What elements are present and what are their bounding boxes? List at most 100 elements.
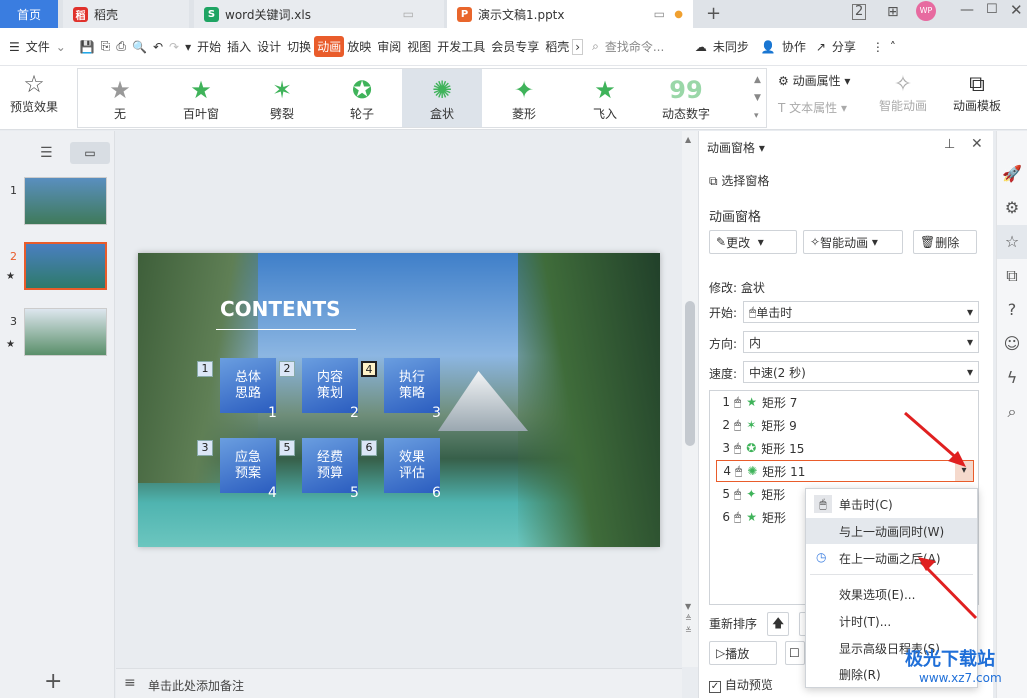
- outline-view-icon[interactable]: ☰: [40, 145, 53, 161]
- more-icon[interactable]: ▾: [182, 40, 194, 54]
- slide[interactable]: CONTENTS 1 总体 思路 1 2 内容 策划 2 4 执行 策略 3 3…: [138, 253, 660, 547]
- menu-developer[interactable]: 开发工具: [434, 38, 488, 55]
- scroll-up-icon[interactable]: ▲: [685, 135, 691, 144]
- menu-design[interactable]: 设计: [254, 38, 284, 55]
- menu-start[interactable]: 开始: [194, 38, 224, 55]
- collapse-ribbon-icon[interactable]: ˄: [887, 40, 899, 54]
- slide-view-icon[interactable]: ▭: [70, 142, 110, 164]
- help-icon[interactable]: ?: [997, 293, 1027, 327]
- monitor-icon[interactable]: ▭: [654, 7, 665, 21]
- minimize-icon[interactable]: —: [960, 2, 974, 18]
- animation-properties[interactable]: ⚙ 动画属性 ▾: [778, 72, 850, 89]
- menu-view[interactable]: 视图: [404, 38, 434, 55]
- move-up-button[interactable]: 🡅: [767, 612, 789, 636]
- scroll-down-icon[interactable]: ▼ ≜ ≚: [685, 601, 692, 637]
- animation-order-tag-selected: 4: [361, 361, 377, 377]
- menu-file[interactable]: 文件: [23, 38, 53, 55]
- kebab-icon[interactable]: ⋮: [869, 40, 887, 54]
- select-pane-icon: ⧉: [709, 174, 722, 188]
- effect-gallery: ★ 无 ★ 百叶窗 ✶ 劈裂 ✪ 轮子 ✺ 盒状 ✦ 菱形 ★ 飞入 99 动态数字 ▲ ▼ ▾: [77, 68, 767, 128]
- change-button[interactable]: ✎ 更改 ▾: [709, 230, 797, 254]
- vertical-scrollbar[interactable]: ▲ ▼ ≜ ≚: [682, 131, 698, 667]
- search-input[interactable]: 查找命令...: [602, 38, 682, 55]
- smart-animation-button[interactable]: ✧ 智能动画: [872, 72, 934, 114]
- animation-star-icon[interactable]: ☆: [997, 225, 1027, 259]
- delete-button[interactable]: 🗑 删除: [913, 230, 977, 254]
- preview-effect-button[interactable]: ☆ 预览效果: [4, 70, 64, 115]
- monitor-icon[interactable]: ▭: [403, 7, 414, 21]
- menu-docer[interactable]: 稻壳: [542, 38, 572, 55]
- menu-member[interactable]: 会员专享: [488, 38, 542, 55]
- grid-icon[interactable]: ⊞: [887, 4, 899, 20]
- share-button[interactable]: 分享: [829, 38, 859, 55]
- effect-blinds[interactable]: ★ 百叶窗: [161, 69, 241, 127]
- direction-select[interactable]: 内 ▾: [743, 331, 979, 353]
- collab-button[interactable]: 协作: [779, 38, 809, 55]
- add-slide-icon[interactable]: +: [44, 669, 62, 694]
- text-properties[interactable]: T 文本属性 ▾: [778, 99, 847, 116]
- new-tab-icon[interactable]: +: [706, 3, 721, 24]
- chevron-down-icon[interactable]: ⌄: [53, 40, 69, 54]
- scrollbar-thumb[interactable]: [685, 301, 695, 446]
- notes-bar[interactable]: ≡ 单击此处添加备注: [116, 668, 682, 698]
- effect-label: 飞入: [592, 107, 617, 121]
- pin-icon[interactable]: ⊥: [944, 137, 955, 152]
- effect-split[interactable]: ✶ 劈裂: [242, 69, 322, 127]
- save-icon[interactable]: 💾: [77, 40, 98, 54]
- speed-select[interactable]: 中速(2 秒) ▾: [743, 361, 979, 383]
- gallery-scroll[interactable]: ▲ ▼ ▾: [754, 71, 761, 125]
- adjust-icon[interactable]: ⚙: [997, 191, 1027, 225]
- search-icon[interactable]: ⌕: [589, 39, 602, 54]
- tab-docer[interactable]: 稻稻壳: [63, 0, 189, 28]
- notes-placeholder[interactable]: 单击此处添加备注: [148, 677, 244, 694]
- lightning-icon[interactable]: ϟ: [997, 361, 1027, 395]
- effect-dynamic-number[interactable]: 99 动态数字: [646, 69, 726, 127]
- effect-fly-in[interactable]: ★ 飞入: [565, 69, 645, 127]
- effect-diamond[interactable]: ✦ 菱形: [484, 69, 564, 127]
- export-icon[interactable]: ⎘: [98, 39, 114, 54]
- hamburger-icon[interactable]: ☰: [6, 40, 23, 54]
- effect-box[interactable]: ✺ 盒状: [402, 69, 482, 127]
- menu-slideshow[interactable]: 放映: [344, 38, 374, 55]
- transition-icon[interactable]: ⧉: [997, 259, 1027, 293]
- autopreview-checkbox[interactable]: ✓ 自动预览: [709, 676, 773, 693]
- select-pane-label: 选择窗格: [721, 174, 770, 188]
- animation-template-button[interactable]: ⧉ 动画模板: [944, 72, 1010, 114]
- tab-presentation[interactable]: P 演示文稿1.pptx ▭ ●: [447, 0, 693, 28]
- chevron-right-icon[interactable]: ›: [572, 38, 584, 55]
- maximize-icon[interactable]: ☐: [986, 2, 998, 17]
- preview-effect-label: 预览效果: [9, 100, 58, 114]
- slideshow-button[interactable]: ☐: [785, 641, 805, 665]
- animation-order-tag: 1: [197, 361, 213, 377]
- effect-wheel[interactable]: ✪ 轮子: [322, 69, 402, 127]
- menu-animation[interactable]: 动画: [314, 36, 345, 57]
- watermark-text: 极光下载站: [905, 649, 995, 670]
- item-number: 6: [722, 510, 730, 524]
- slide-thumbnail-3[interactable]: [24, 308, 107, 356]
- rocket-icon[interactable]: 🚀: [997, 157, 1027, 191]
- print-icon[interactable]: ⎙: [113, 39, 129, 54]
- close-icon[interactable]: ✕: [971, 136, 983, 152]
- start-select[interactable]: 🖱 单击时 ▾: [743, 301, 979, 323]
- redo-icon[interactable]: ↷: [166, 40, 182, 54]
- slide-thumbnail-1[interactable]: [24, 177, 107, 225]
- avatar[interactable]: WP: [916, 1, 936, 21]
- close-icon[interactable]: ✕: [1010, 1, 1023, 19]
- slide-thumbnail-2[interactable]: [24, 242, 107, 290]
- robot-icon[interactable]: ☺: [997, 327, 1027, 361]
- select-pane-link[interactable]: ⧉ 选择窗格: [709, 172, 769, 189]
- menu-review[interactable]: 审阅: [374, 38, 404, 55]
- menu-transition[interactable]: 切换: [284, 38, 314, 55]
- tab-home[interactable]: 首页: [0, 0, 58, 28]
- menu-insert[interactable]: 插入: [224, 38, 254, 55]
- page-count-icon[interactable]: 2: [852, 4, 867, 20]
- sync-status[interactable]: 未同步: [710, 38, 752, 55]
- tab-spreadsheet[interactable]: Sword关键词.xls ▭: [194, 0, 444, 28]
- undo-icon[interactable]: ↶: [150, 40, 166, 54]
- play-button[interactable]: ▷ 播放: [709, 641, 777, 665]
- pane-header[interactable]: 动画窗格 ▾: [707, 139, 765, 156]
- search-doc-icon[interactable]: ⌕: [997, 395, 1027, 429]
- effect-none[interactable]: ★ 无: [80, 69, 160, 127]
- print-preview-icon[interactable]: 🔍: [129, 40, 150, 54]
- smart-animation-button[interactable]: ✧ 智能动画 ▾: [803, 230, 903, 254]
